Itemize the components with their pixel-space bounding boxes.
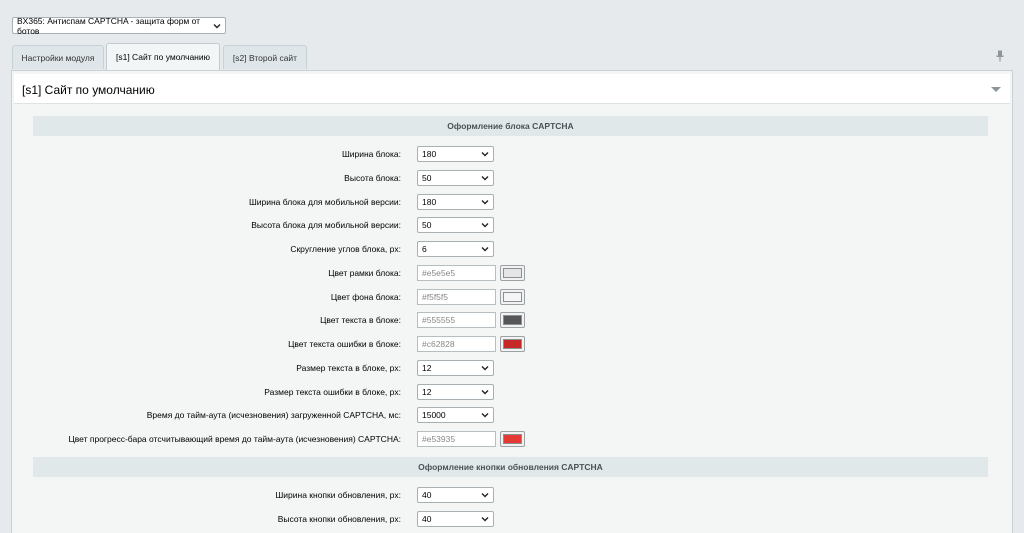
chevron-down-icon: [481, 411, 489, 419]
chevron-down-icon: [481, 198, 489, 206]
field-label: Высота блока:: [344, 172, 401, 183]
select-value: 6: [422, 244, 427, 254]
panel-title: [s1] Сайт по умолчанию: [22, 83, 155, 97]
tab-label: Настройки модуля: [21, 52, 95, 63]
color-value: #f5f5f5: [422, 291, 448, 302]
field-label: Цвет текста ошибки в блоке:: [288, 339, 401, 349]
value-select[interactable]: 12: [417, 359, 494, 376]
chevron-down-icon: [481, 515, 489, 523]
color-picker-button[interactable]: [500, 264, 525, 281]
tab-site-s1[interactable]: [s1] Сайт по умолчанию: [106, 43, 220, 70]
select-value: 50: [422, 172, 432, 183]
field-label: Цвет рамки блока:: [328, 267, 401, 278]
color-value: #e53935: [422, 434, 456, 444]
settings-panel: [s1] Сайт по умолчанию Оформление блока …: [11, 70, 1013, 533]
chevron-down-icon: [481, 364, 489, 372]
tab-site-s2[interactable]: [s2] Второй сайт: [223, 45, 307, 69]
select-value: 50: [422, 220, 432, 231]
value-select[interactable]: 50: [417, 217, 494, 234]
panel-header: [s1] Сайт по умолчанию: [14, 74, 1010, 104]
chevron-down-icon: [213, 22, 221, 30]
color-picker-button[interactable]: [500, 312, 525, 329]
chevron-down-icon: [481, 491, 489, 499]
chevron-down-icon: [481, 174, 489, 182]
section-title: Оформление блока CAPTCHA: [447, 121, 574, 131]
select-value: 12: [422, 362, 432, 373]
field-label: Высота блока для мобильной версии:: [251, 220, 401, 231]
color-value-input[interactable]: #e5e5e5: [417, 264, 496, 281]
select-value: 180: [422, 149, 437, 159]
field-label: Ширина блока для мобильной версии:: [248, 196, 401, 207]
value-select[interactable]: 15000: [417, 407, 494, 424]
select-value: 180: [422, 196, 437, 207]
field-label: Размер текста ошибки в блоке, px:: [264, 386, 401, 397]
select-value: 15000: [422, 410, 446, 421]
field-label: Цвет прогресс-бара отсчитывающий время д…: [68, 434, 401, 444]
module-select[interactable]: BX365: Антиспам CAPTCHA - защита форм от…: [12, 15, 226, 36]
color-value-input[interactable]: #f5f5f5: [417, 288, 496, 305]
value-select[interactable]: 40: [417, 510, 494, 527]
chevron-down-icon: [481, 245, 489, 253]
value-select[interactable]: 180: [417, 193, 494, 210]
collapse-triangle-icon[interactable]: [991, 87, 1001, 92]
color-value: #e5e5e5: [422, 267, 456, 278]
value-select[interactable]: 6: [417, 241, 494, 257]
section-captcha-block: Оформление блока CAPTCHA: [33, 116, 988, 136]
field-label: Ширина кнопки обновления, px:: [275, 490, 402, 500]
select-value: 40: [422, 490, 432, 500]
chevron-down-icon: [481, 221, 489, 229]
field-label: Время до тайм-аута (исчезновения) загруж…: [146, 410, 401, 421]
field-label: Высота кнопки обновления, px:: [277, 513, 401, 524]
tab-module-settings[interactable]: Настройки модуля: [12, 45, 104, 69]
color-value-input[interactable]: #e53935: [417, 431, 496, 447]
color-swatch: [503, 267, 522, 278]
color-value-input[interactable]: #c62828: [417, 336, 496, 352]
pin-icon[interactable]: [996, 50, 1004, 62]
value-select[interactable]: 40: [417, 487, 494, 503]
value-select[interactable]: 12: [417, 383, 494, 400]
select-value: 40: [422, 513, 432, 524]
color-swatch: [503, 315, 522, 326]
tab-label: [s2] Второй сайт: [232, 52, 298, 63]
field-label: Цвет текста в блоке:: [320, 315, 401, 326]
color-swatch: [503, 291, 522, 302]
section-refresh-button: Оформление кнопки обновления CAPTCHA: [33, 457, 988, 477]
field-label: Скругление углов блока, px:: [290, 244, 401, 254]
chevron-down-icon: [481, 150, 489, 158]
color-value: #c62828: [422, 339, 455, 349]
color-picker-button[interactable]: [500, 431, 525, 447]
color-swatch: [503, 434, 522, 444]
color-picker-button[interactable]: [500, 336, 525, 352]
module-select-value: BX365: Антиспам CAPTCHA - защита форм от…: [17, 15, 201, 36]
color-picker-button[interactable]: [500, 288, 525, 305]
section-title: Оформление кнопки обновления CAPTCHA: [418, 462, 603, 472]
value-select[interactable]: 50: [417, 169, 494, 186]
color-value: #555555: [422, 315, 456, 326]
select-value: 12: [422, 386, 432, 397]
color-swatch: [503, 339, 522, 349]
chevron-down-icon: [481, 388, 489, 396]
field-label: Ширина блока:: [341, 149, 401, 159]
tab-label: [s1] Сайт по умолчанию: [115, 52, 210, 62]
color-value-input[interactable]: #555555: [417, 312, 496, 329]
value-select[interactable]: 180: [417, 146, 494, 162]
field-label: Размер текста в блоке, px:: [296, 362, 401, 373]
field-label: Цвет фона блока:: [330, 291, 401, 302]
